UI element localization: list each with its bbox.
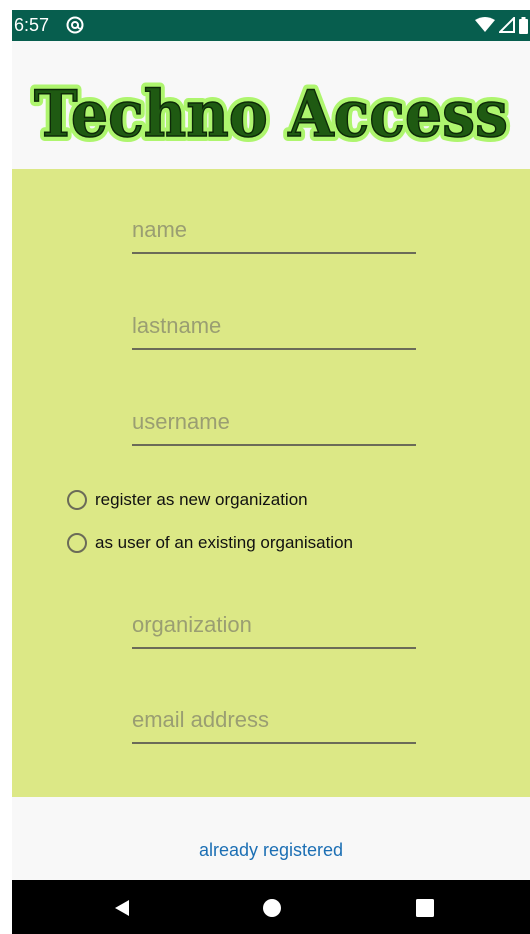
logo-text: Techno Access: [34, 77, 508, 152]
battery-icon: [519, 16, 528, 34]
radio-button-circle[interactable]: [67, 490, 87, 510]
radio-new-organization[interactable]: register as new organization: [67, 487, 308, 513]
registration-form: register as new organization as user of …: [12, 169, 530, 797]
organization-field-container: [132, 603, 416, 649]
back-icon[interactable]: [112, 898, 132, 918]
radio-button-circle[interactable]: [67, 533, 87, 553]
radio-new-organization-label: register as new organization: [95, 490, 308, 509]
recents-icon[interactable]: [415, 898, 435, 918]
name-input[interactable]: [132, 208, 416, 254]
email-field-container: [132, 698, 416, 744]
wifi-icon: [475, 17, 495, 32]
already-registered-link[interactable]: already registered: [12, 840, 530, 861]
radio-existing-organisation-label: as user of an existing organisation: [95, 533, 353, 552]
techno-access-logo: Techno Access Techno Access: [29, 72, 513, 157]
username-field-container: [132, 400, 416, 446]
status-time: 6:57: [14, 15, 50, 35]
cellular-signal-icon: [499, 17, 515, 33]
status-indicators: [475, 16, 528, 34]
name-field-container: [132, 208, 416, 254]
app-header: Techno Access Techno Access: [12, 41, 530, 169]
lastname-field-container: [132, 304, 416, 350]
device-screen: 6:57 Techno Access Techno Access name la…: [12, 10, 530, 934]
at-sign-icon: [66, 16, 84, 34]
navigation-bar: [12, 880, 530, 934]
email-input[interactable]: [132, 698, 416, 744]
lastname-input[interactable]: [132, 304, 416, 350]
status-bar: 6:57: [12, 10, 530, 41]
organization-input[interactable]: [132, 603, 416, 649]
home-icon[interactable]: [262, 898, 282, 918]
radio-existing-organisation[interactable]: as user of an existing organisation: [67, 530, 353, 556]
username-input[interactable]: [132, 400, 416, 446]
